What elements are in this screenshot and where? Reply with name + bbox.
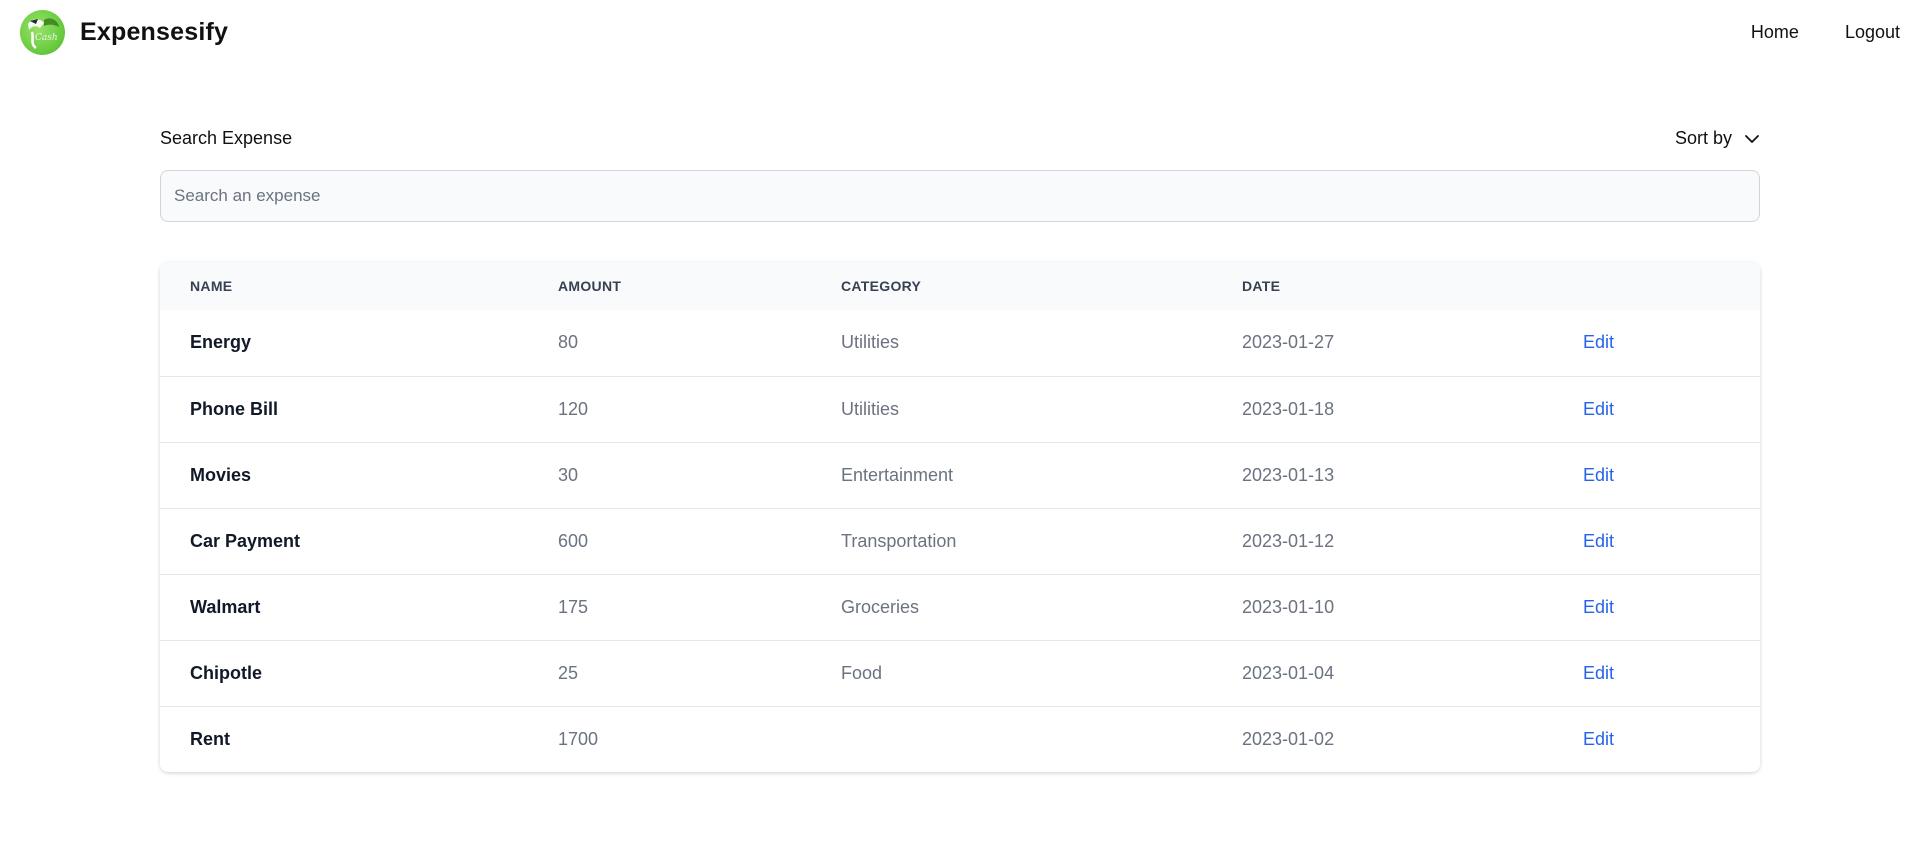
expense-table: NAME AMOUNT CATEGORY DATE Energy 80 Util… xyxy=(160,262,1760,772)
expense-amount: 600 xyxy=(558,530,589,551)
sort-dropdown[interactable]: Sort by xyxy=(1675,128,1760,149)
table-row: Walmart 175 Groceries 2023-01-10 Edit xyxy=(160,574,1760,640)
expense-date: 2023-01-10 xyxy=(1242,596,1335,617)
table-header-row: NAME AMOUNT CATEGORY DATE xyxy=(160,262,1760,310)
main-nav: Home Logout xyxy=(1751,22,1900,43)
expense-name: Energy xyxy=(190,332,252,353)
expense-name: Walmart xyxy=(190,596,261,617)
expense-category: Entertainment xyxy=(841,464,954,485)
expense-date: 2023-01-27 xyxy=(1242,332,1335,353)
table-row: Movies 30 Entertainment 2023-01-13 Edit xyxy=(160,442,1760,508)
search-header: Search Expense Sort by xyxy=(160,120,1760,156)
table-row: Car Payment 600 Transportation 2023-01-1… xyxy=(160,508,1760,574)
table-row: Phone Bill 120 Utilities 2023-01-18 Edit xyxy=(160,376,1760,442)
svg-text:Cash: Cash xyxy=(35,33,58,43)
expense-category: Food xyxy=(841,662,883,683)
column-header-name: NAME xyxy=(190,278,233,294)
edit-link[interactable]: Edit xyxy=(1583,332,1614,352)
nav-logout-link[interactable]: Logout xyxy=(1845,22,1900,43)
search-input[interactable] xyxy=(160,170,1760,222)
expense-name: Rent xyxy=(190,728,230,749)
sort-label: Sort by xyxy=(1674,127,1732,148)
expense-category: Utilities xyxy=(841,332,900,353)
main-content: Search Expense Sort by NAME AMOUNT CATEG… xyxy=(160,120,1760,772)
expense-date: 2023-01-12 xyxy=(1242,530,1335,551)
expense-table-container: NAME AMOUNT CATEGORY DATE Energy 80 Util… xyxy=(160,262,1760,772)
expense-amount: 1700 xyxy=(558,728,599,749)
expense-category: Transportation xyxy=(841,530,957,551)
column-header-date: DATE xyxy=(1242,278,1281,294)
edit-link[interactable]: Edit xyxy=(1583,663,1614,683)
expense-amount: 80 xyxy=(558,332,579,353)
search-label: Search Expense xyxy=(160,127,293,148)
table-header: NAME AMOUNT CATEGORY DATE xyxy=(160,262,1760,310)
expense-date: 2023-01-18 xyxy=(1242,398,1335,419)
brand-name: Expensesify xyxy=(80,17,229,46)
expense-amount: 175 xyxy=(558,596,589,617)
table-body: Energy 80 Utilities 2023-01-27 Edit Phon… xyxy=(160,310,1760,772)
expense-amount: 30 xyxy=(558,464,579,485)
expense-category: Groceries xyxy=(841,596,920,617)
table-row: Chipotle 25 Food 2023-01-04 Edit xyxy=(160,640,1760,706)
expense-category: Utilities xyxy=(841,398,900,419)
expensesify-logo-icon: Cash xyxy=(20,9,65,55)
expense-date: 2023-01-04 xyxy=(1242,662,1335,683)
expense-name: Movies xyxy=(190,464,252,485)
column-header-category: CATEGORY xyxy=(841,278,922,294)
column-header-actions xyxy=(1583,262,1760,310)
expense-date: 2023-01-13 xyxy=(1242,464,1335,485)
expense-amount: 25 xyxy=(558,662,579,683)
chevron-down-icon xyxy=(1744,128,1760,149)
table-row: Energy 80 Utilities 2023-01-27 Edit xyxy=(160,310,1760,376)
edit-link[interactable]: Edit xyxy=(1583,729,1614,749)
edit-link[interactable]: Edit xyxy=(1583,597,1614,617)
expense-name: Phone Bill xyxy=(190,398,279,419)
top-navbar: Cash Expensesify Home Logout xyxy=(0,0,1920,64)
edit-link[interactable]: Edit xyxy=(1583,531,1614,551)
brand-link[interactable]: Cash Expensesify xyxy=(20,9,229,55)
expense-name: Car Payment xyxy=(190,530,301,551)
edit-link[interactable]: Edit xyxy=(1583,399,1614,419)
table-row: Rent 1700 2023-01-02 Edit xyxy=(160,706,1760,772)
edit-link[interactable]: Edit xyxy=(1583,465,1614,485)
expense-category xyxy=(841,706,1242,772)
expense-name: Chipotle xyxy=(190,662,262,683)
column-header-amount: AMOUNT xyxy=(558,278,622,294)
expense-amount: 120 xyxy=(558,398,589,419)
expense-date: 2023-01-02 xyxy=(1242,728,1335,749)
nav-home-link[interactable]: Home xyxy=(1751,22,1799,43)
